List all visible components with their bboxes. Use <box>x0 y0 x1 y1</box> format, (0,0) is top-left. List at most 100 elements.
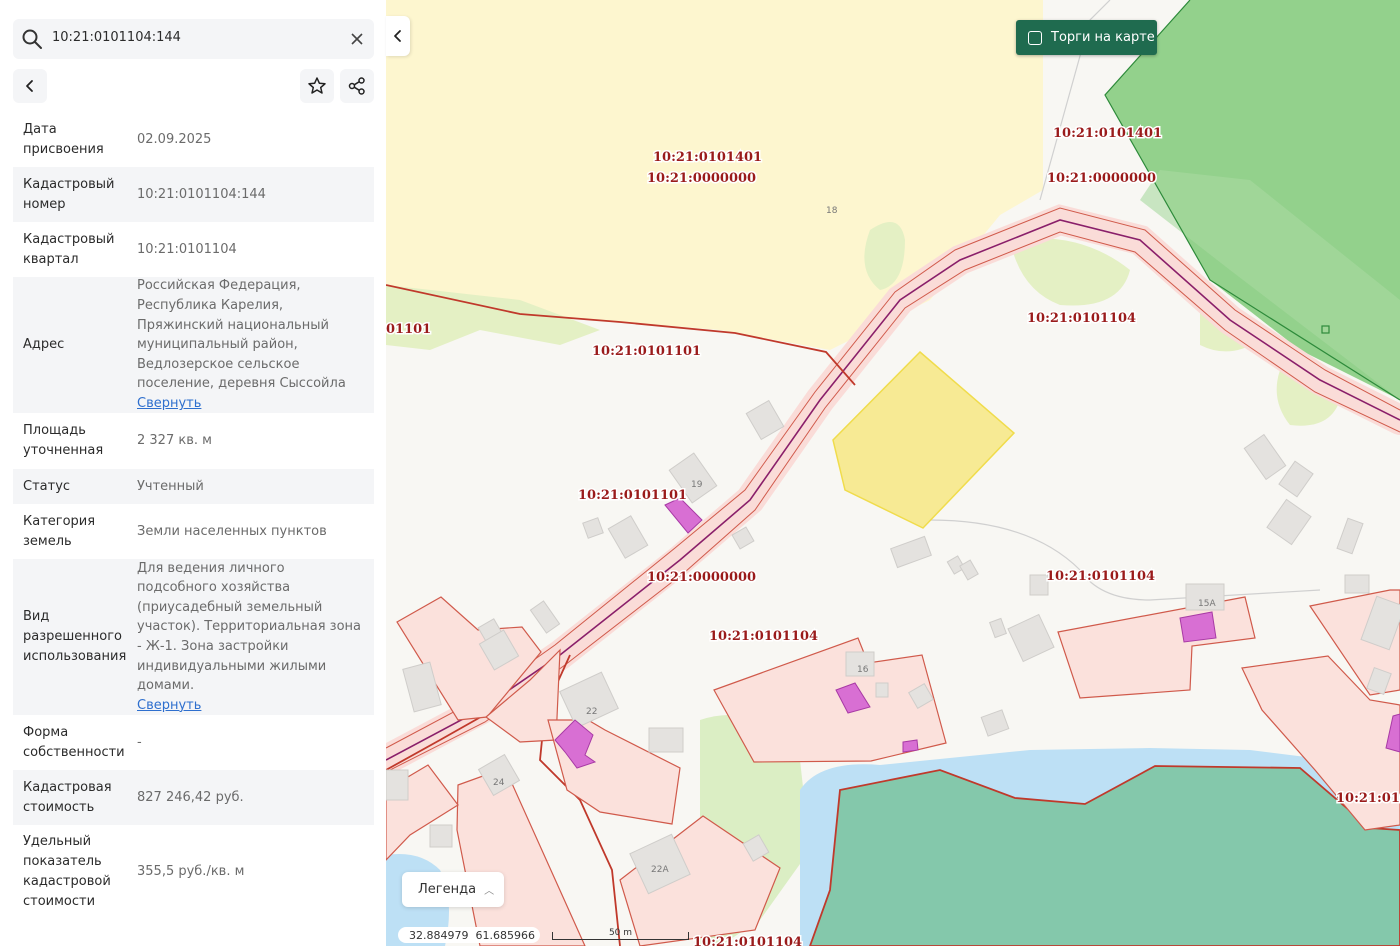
detail-label: Удельный показатель кадастровой стоимост… <box>23 834 111 909</box>
permitted-use-text: Для ведения личного подсобного хозяйства… <box>137 560 362 694</box>
favorite-button[interactable] <box>300 69 334 103</box>
chevron-up-icon: ︿ <box>484 886 495 897</box>
detail-value: 10:21:0101104 <box>137 241 237 257</box>
detail-row-specific-value: Удельный показатель кадастровой стоимост… <box>13 825 374 919</box>
house-number: 22А <box>651 865 669 875</box>
auctions-label: Торги на карте <box>1051 30 1155 45</box>
quarter-label: 10:21:0101101 <box>592 344 701 359</box>
house-number: 18 <box>826 206 838 216</box>
back-button[interactable] <box>13 69 47 103</box>
collapse-permitted-use-link[interactable]: Свернуть <box>137 696 364 716</box>
quarter-label: 10:21:0000000 <box>1047 171 1156 186</box>
building <box>429 824 453 848</box>
building <box>1007 613 1055 663</box>
collapse-panel-button[interactable] <box>386 16 410 56</box>
detail-row-address: Адрес Российская Федерация, Республика К… <box>13 277 374 413</box>
auctions-checkbox[interactable] <box>1028 30 1042 45</box>
building <box>980 709 1010 737</box>
panel-toolbar <box>13 68 374 104</box>
info-panel: 10:21:0101104:144 Дата присвоения 02.09.… <box>0 0 386 946</box>
building <box>1266 498 1312 546</box>
close-icon[interactable] <box>348 30 366 48</box>
auctions-toggle-button[interactable]: Торги на карте <box>1016 20 1157 55</box>
scale-bar: 50 m <box>552 928 689 940</box>
detail-label: Форма собственности <box>23 724 125 760</box>
detail-value: - <box>137 734 142 750</box>
selected-parcel[interactable] <box>832 350 1016 529</box>
legend-label: Легенда <box>418 882 477 897</box>
share-icon <box>348 77 365 95</box>
map-canvas[interactable]: 10:21:0101401 10:21:0000000 10:21:010140… <box>386 0 1400 946</box>
address-text: Российская Федерация, Республика Карелия… <box>137 278 346 392</box>
parcel-details: Дата присвоения 02.09.2025 Кадастровый н… <box>13 112 374 919</box>
detail-value: 827 246,42 руб. <box>137 789 244 805</box>
detail-label: Дата присвоения <box>23 121 104 157</box>
parcel[interactable] <box>456 767 586 946</box>
island-area <box>809 765 1400 946</box>
star-icon <box>308 77 326 94</box>
detail-row-permitted-use: Вид разрешенного использования Для веден… <box>13 559 374 715</box>
detail-value: 10:21:0101104:144 <box>137 186 266 202</box>
building <box>1243 433 1287 481</box>
house-number: 24 <box>493 778 505 788</box>
detail-row-cadastral-value: Кадастровая стоимость 827 246,42 руб. <box>13 770 374 825</box>
detail-value: 355,5 руб./кв. м <box>137 864 245 880</box>
detail-label: Статус <box>23 478 71 494</box>
detail-label: Кадастровый номер <box>23 176 115 212</box>
parcel[interactable] <box>1057 596 1256 699</box>
building <box>1336 517 1364 555</box>
collapse-address-link[interactable]: Свернуть <box>137 394 364 414</box>
house-number: 16 <box>857 665 869 675</box>
house-number: 19 <box>691 480 703 490</box>
quarter-label: 10:21:0000000 <box>647 570 756 585</box>
search-input[interactable]: 10:21:0101104:144 <box>52 30 181 45</box>
map-layer[interactable]: 10:21:0101401 10:21:0000000 10:21:010140… <box>386 0 1400 946</box>
detail-row-date: Дата присвоения 02.09.2025 <box>13 112 374 167</box>
detail-value: Российская Федерация, Республика Карелия… <box>137 276 364 413</box>
detail-value: Для ведения личного подсобного хозяйства… <box>137 559 364 716</box>
detail-row-land-category: Категория земель Земли населенных пункто… <box>13 504 374 559</box>
chevron-left-icon <box>394 30 401 42</box>
detail-value: Земли населенных пунктов <box>137 523 327 539</box>
building <box>1344 574 1370 594</box>
quarter-label: 10:21:0101104 <box>693 935 802 946</box>
detail-value: Учтенный <box>137 478 204 494</box>
quarter-label: 10:21:0000000 <box>647 171 756 186</box>
search-bar[interactable]: 10:21:0101104:144 <box>13 19 374 59</box>
building <box>1179 611 1217 643</box>
detail-label: Категория земель <box>23 513 96 549</box>
building <box>959 559 979 581</box>
quarter-label: 10:21:0101104 <box>1027 311 1136 326</box>
detail-label: Кадастровая стоимость <box>23 779 112 815</box>
quarter-label: 10:21:0101104 <box>709 629 818 644</box>
building <box>745 399 785 441</box>
coordinates-text: 32.884979 61.685966 <box>409 928 535 942</box>
legend-button[interactable]: Легенда ︿ <box>402 872 504 907</box>
detail-row-status: Статус Учтенный <box>13 469 374 504</box>
detail-label: Площадь уточненная <box>23 423 104 458</box>
detail-row-area: Площадь уточненная 2 327 кв. м <box>13 413 374 469</box>
building <box>988 617 1008 639</box>
share-button[interactable] <box>340 69 374 103</box>
scale-line <box>552 932 689 940</box>
quarter-label: 10:21:0101104 <box>1046 569 1155 584</box>
building <box>902 739 919 753</box>
detail-row-ownership: Форма собственности - <box>13 715 374 770</box>
coordinates-readout: 32.884979 61.685966 <box>398 927 540 943</box>
quarter-label: 10:21:0101401 <box>1053 126 1162 141</box>
detail-label: Адрес <box>23 337 65 352</box>
quarter-label: 01101 <box>386 322 431 337</box>
building <box>529 600 561 634</box>
detail-label: Вид разрешенного использования <box>23 609 127 664</box>
detail-value: 2 327 кв. м <box>137 433 212 449</box>
detail-label: Кадастровый квартал <box>23 231 115 267</box>
detail-row-cadastral-quarter: Кадастровый квартал 10:21:0101104 <box>13 222 374 277</box>
search-icon[interactable] <box>21 28 43 50</box>
quarter-label: 10:21:010 <box>1336 791 1400 806</box>
building <box>607 515 649 559</box>
building <box>386 769 409 801</box>
house-number: 15А <box>1198 599 1216 609</box>
building <box>875 682 889 698</box>
quarter-label: 10:21:0101401 <box>653 150 762 165</box>
detail-value: 02.09.2025 <box>137 131 212 147</box>
